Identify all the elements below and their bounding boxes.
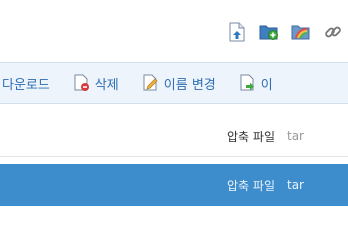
rename-button[interactable]: 이름 변경 (143, 74, 216, 93)
upload-icon[interactable] (226, 21, 248, 43)
action-bar: 다운로드 삭제 이름 변경 이 (0, 62, 348, 104)
file-row-selected[interactable]: 압축 파일 tar (0, 164, 348, 206)
file-extension: tar (287, 178, 304, 192)
delete-button[interactable]: 삭제 (74, 74, 119, 93)
move-button[interactable]: 이 (240, 74, 273, 93)
top-toolbar (0, 0, 348, 62)
file-type: 압축 파일 (227, 178, 275, 193)
rename-file-icon (143, 74, 160, 92)
download-button[interactable]: 다운로드 (2, 74, 50, 93)
rename-label: 이름 변경 (163, 77, 216, 93)
file-type: 압축 파일 (227, 129, 275, 144)
folder-color-icon[interactable] (290, 21, 312, 43)
delete-label: 삭제 (94, 77, 119, 93)
file-extension: tar (287, 129, 304, 143)
delete-file-icon (74, 74, 91, 92)
move-label: 이 (260, 77, 273, 93)
file-row[interactable]: 압축 파일 tar (0, 116, 348, 157)
download-label: 다운로드 (2, 77, 50, 93)
move-file-icon (240, 74, 257, 92)
toolbar-icons (226, 20, 348, 44)
link-icon[interactable] (322, 21, 344, 43)
new-folder-icon[interactable] (258, 21, 280, 43)
